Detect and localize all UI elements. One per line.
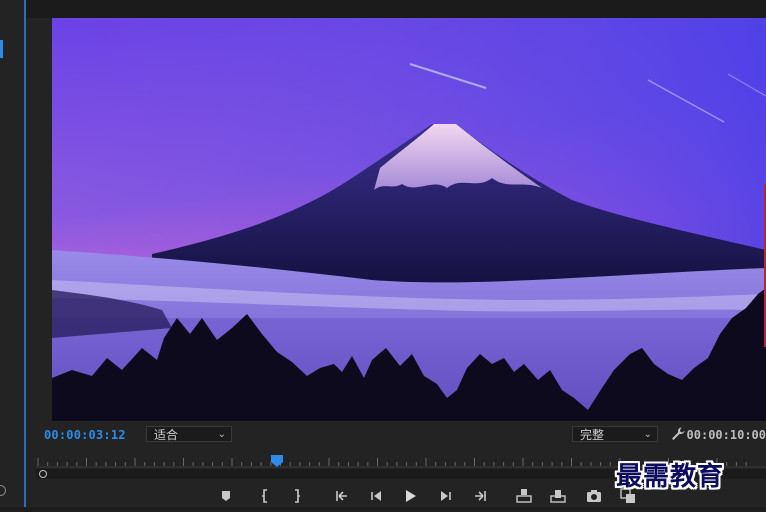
panel-focus-indicator	[0, 40, 3, 58]
video-frame-mount-fuji	[52, 18, 766, 421]
video-preview	[52, 18, 766, 421]
marker-icon[interactable]	[216, 486, 236, 506]
zoom-level-value: 适合	[154, 428, 179, 442]
current-timecode[interactable]: 00:00:03:12	[44, 428, 126, 442]
project-panel-edge	[0, 0, 24, 507]
chevron-down-icon: ⌄	[217, 429, 226, 440]
step-back-icon[interactable]	[366, 486, 386, 506]
playback-resolution-value: 完整	[580, 428, 605, 442]
settings-wrench-icon[interactable]	[670, 426, 686, 442]
duration-timecode: 00:00:10:00	[686, 428, 766, 442]
overwrite-icon[interactable]	[548, 486, 568, 506]
program-monitor: 00:00:03:12 适合 ⌄ 完整 ⌄ 00:00:10:00	[26, 0, 766, 507]
zoom-level-select[interactable]: 适合 ⌄	[146, 426, 232, 442]
playback-resolution-select[interactable]: 完整 ⌄	[572, 426, 658, 442]
panel-scroll-handle[interactable]	[0, 485, 6, 496]
watermark-logo: 最需教育	[616, 462, 725, 492]
export-frame-icon[interactable]	[584, 486, 604, 506]
insert-icon[interactable]	[514, 486, 534, 506]
transport-controls	[216, 486, 676, 506]
play-icon[interactable]	[400, 486, 420, 506]
chevron-down-icon: ⌄	[643, 429, 652, 440]
playhead[interactable]	[270, 455, 283, 467]
mark-in-icon[interactable]	[256, 486, 276, 506]
mark-out-icon[interactable]	[286, 486, 306, 506]
go-to-in-icon[interactable]	[332, 486, 352, 506]
zoom-scroll-handle[interactable]	[39, 470, 47, 478]
monitor-header	[26, 0, 766, 18]
step-forward-icon[interactable]	[436, 486, 456, 506]
go-to-out-icon[interactable]	[470, 486, 490, 506]
